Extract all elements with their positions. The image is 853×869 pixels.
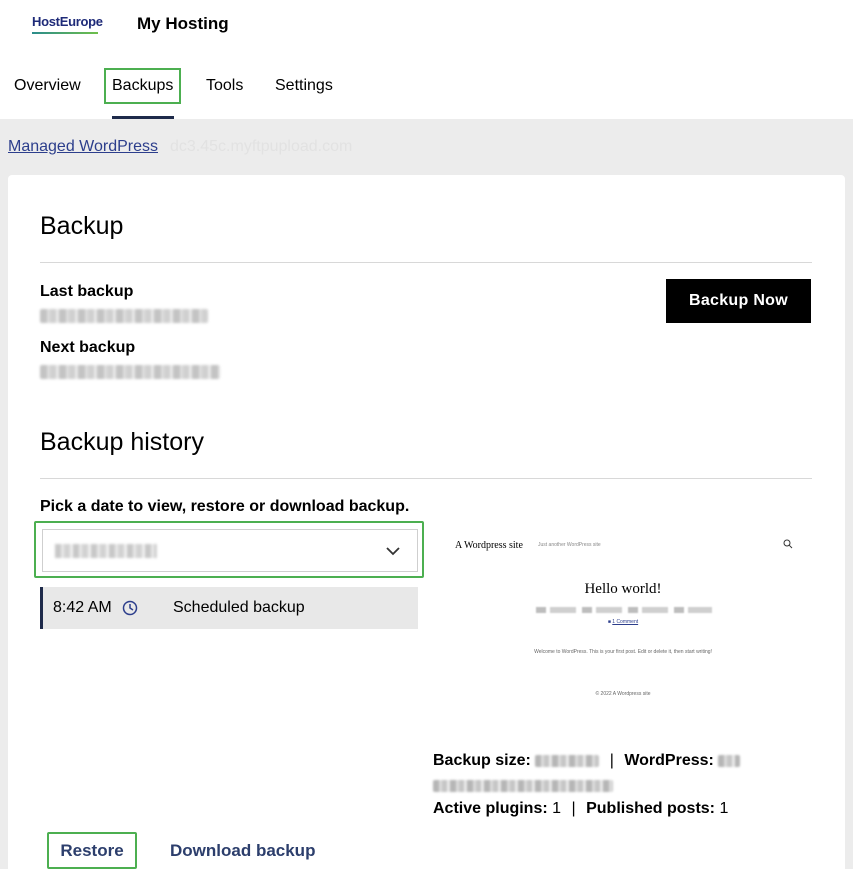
backup-history-heading: Backup history — [40, 428, 204, 456]
backup-size-redacted — [535, 754, 600, 767]
download-backup-button[interactable]: Download backup — [170, 841, 315, 861]
theme-info-redacted — [433, 779, 613, 792]
breadcrumb-managed-wordpress-link[interactable]: Managed WordPress — [8, 138, 158, 155]
top-bar: HostEurope My Hosting — [0, 0, 853, 50]
stats-line-2 — [433, 777, 613, 795]
restore-button-highlight: Restore — [47, 832, 137, 869]
pick-date-label: Pick a date to view, restore or download… — [40, 498, 410, 515]
active-plugins-value: 1 — [552, 800, 562, 817]
brand-logo-underline — [32, 32, 98, 34]
preview-footer: © 2022 A Wordpress site — [595, 691, 651, 697]
next-backup-label: Next backup — [40, 339, 136, 356]
clock-icon — [122, 600, 138, 616]
backup-heading: Backup — [40, 212, 124, 240]
history-divider — [40, 478, 812, 479]
tab-settings[interactable]: Settings — [275, 70, 333, 102]
main-tabs: Overview Backups Tools Settings — [0, 56, 853, 119]
chevron-down-icon — [386, 547, 400, 556]
backup-divider — [40, 262, 812, 263]
tab-backups[interactable]: Backups — [103, 68, 182, 104]
preview-comments: ■ 1 Comment — [607, 619, 639, 625]
tab-overview[interactable]: Overview — [14, 70, 81, 102]
preview-tagline: Just another WordPress site — [538, 542, 601, 548]
site-preview: A Wordpress site Just another WordPress … — [433, 520, 813, 720]
search-icon — [783, 539, 793, 549]
last-backup-value-redacted — [40, 309, 208, 323]
preview-post-body: Welcome to WordPress. This is your first… — [534, 649, 712, 655]
tab-tools[interactable]: Tools — [206, 70, 243, 102]
backup-now-button[interactable]: Backup Now — [666, 279, 811, 323]
preview-post-meta-redacted — [536, 607, 712, 613]
slot-time: 8:42 AM — [53, 599, 112, 616]
date-picker-highlight — [34, 521, 424, 578]
breadcrumb: Managed WordPress dc3.45c.myftpupload.com — [8, 138, 352, 156]
wordpress-version-redacted — [718, 754, 741, 767]
backup-date-select[interactable] — [42, 529, 418, 572]
restore-button[interactable]: Restore — [49, 834, 135, 867]
stats-line-3: Active plugins: 1 | Published posts: 1 — [433, 800, 729, 817]
last-backup-label: Last backup — [40, 283, 134, 300]
preview-post-title: Hello world! — [584, 581, 662, 597]
brand-logo[interactable]: HostEurope — [32, 14, 103, 29]
backup-time-slot[interactable]: 8:42 AM Scheduled backup — [40, 587, 418, 629]
next-backup-value-redacted — [40, 365, 220, 379]
published-posts-value: 1 — [719, 800, 729, 817]
breadcrumb-host: dc3.45c.myftpupload.com — [170, 138, 353, 155]
preview-site-name: A Wordpress site — [455, 540, 523, 551]
stats-line-1: Backup size: | WordPress: — [433, 752, 741, 770]
app-title: My Hosting — [137, 14, 229, 33]
slot-type: Scheduled backup — [173, 599, 305, 616]
selected-date-redacted — [55, 544, 157, 558]
